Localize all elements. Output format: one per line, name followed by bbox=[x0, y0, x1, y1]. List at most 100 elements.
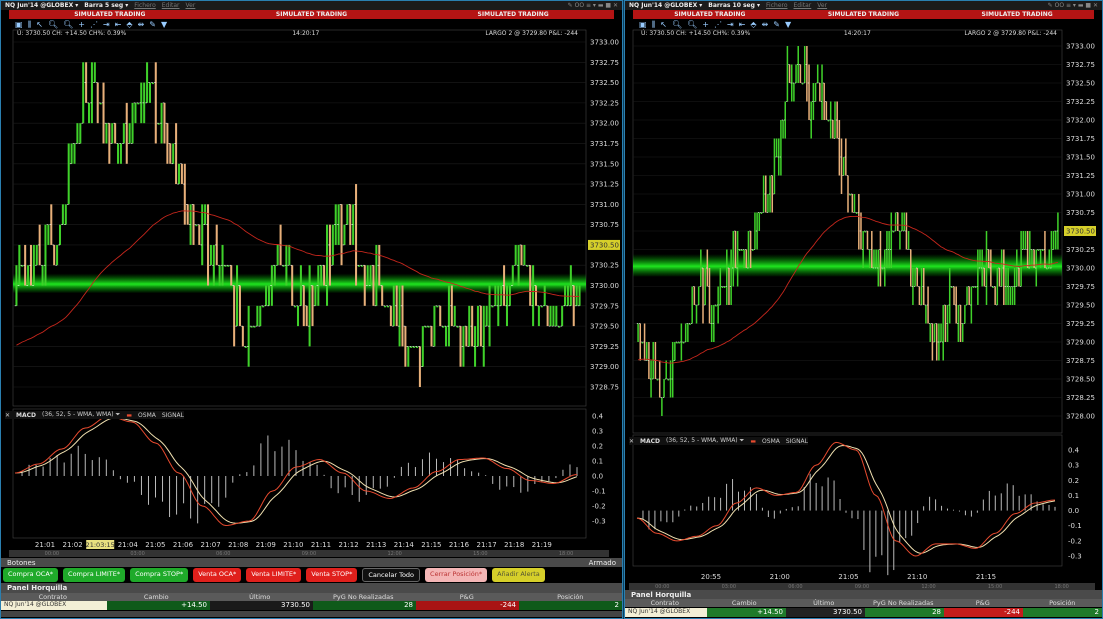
price-bar bbox=[842, 157, 845, 176]
price-bar bbox=[349, 204, 352, 245]
time-tick-label: 21:16 bbox=[449, 541, 470, 549]
price-bar bbox=[148, 82, 151, 103]
scroll-tick: 18:00 bbox=[1054, 583, 1069, 590]
price-bar bbox=[944, 305, 947, 342]
price-bar bbox=[241, 326, 244, 347]
signal-toggle[interactable]: SIGNAL bbox=[162, 412, 184, 419]
price-bar bbox=[799, 64, 802, 83]
price-bar bbox=[684, 323, 687, 342]
price-bar bbox=[931, 323, 934, 361]
price-bar bbox=[983, 268, 986, 287]
close-position-button[interactable]: Cerrar Posición* bbox=[425, 568, 488, 582]
armed-checkbox[interactable]: Armado bbox=[589, 559, 616, 567]
osma-toggle[interactable]: OSMA bbox=[762, 438, 780, 445]
price-bar bbox=[645, 342, 648, 361]
macd-tick-label: 0.4 bbox=[592, 413, 604, 421]
price-bar bbox=[916, 268, 919, 287]
price-bar bbox=[966, 286, 968, 305]
col-ultimo: Último bbox=[813, 599, 835, 607]
sell-limit-button[interactable]: Venta LIMITE* bbox=[246, 568, 302, 582]
time-scrollbar[interactable]: 00:00 03:00 06:00 09:00 12:00 15:00 18:00 bbox=[9, 550, 609, 557]
price-bar bbox=[163, 102, 166, 144]
col-pyg: P&G bbox=[975, 599, 990, 607]
price-bar bbox=[445, 326, 448, 347]
close-icon[interactable]: ✕ bbox=[5, 412, 10, 419]
price-bar bbox=[719, 268, 722, 305]
price-bar bbox=[56, 244, 59, 266]
price-bar bbox=[320, 265, 323, 286]
price-bar bbox=[875, 249, 877, 268]
cell-position: 2 bbox=[1023, 608, 1102, 617]
col-ultimo: Último bbox=[249, 593, 271, 601]
time-tick-label: 20:55 bbox=[701, 573, 721, 581]
sell-stop-button[interactable]: Venta STOP* bbox=[306, 568, 358, 582]
price-bar bbox=[105, 123, 108, 144]
price-bar bbox=[67, 143, 70, 205]
price-bar bbox=[523, 244, 526, 266]
price-bar bbox=[508, 285, 511, 306]
cell-pnl: -244 bbox=[416, 601, 519, 610]
price-bar bbox=[687, 323, 689, 342]
price-bar bbox=[819, 83, 821, 102]
price-bar bbox=[27, 265, 30, 286]
price-bar bbox=[433, 305, 436, 347]
scroll-tick: 12:00 bbox=[387, 550, 402, 557]
order-buttons: Compra OCA* Compra LIMITE* Compra STOP* … bbox=[3, 568, 545, 582]
price-bar bbox=[340, 204, 343, 266]
col-pyg-no-realizadas: PyG No Realizadas bbox=[873, 599, 934, 607]
buy-stop-button[interactable]: Compra STOP* bbox=[130, 568, 189, 582]
table-row[interactable]: NQ Jun'14 @GLOBEX +14.50 3730.50 28 -244… bbox=[1, 601, 622, 610]
time-tick-label: 21:08 bbox=[228, 541, 248, 549]
price-bar bbox=[940, 323, 942, 342]
price-bar bbox=[953, 286, 955, 305]
price-bar bbox=[273, 265, 276, 286]
price-bar bbox=[119, 143, 122, 164]
col-pyg: P&G bbox=[459, 593, 474, 601]
table-row[interactable]: NQ Jun'14 @GLOBEX +14.50 3730.50 28 -244… bbox=[625, 608, 1102, 617]
price-bar bbox=[183, 163, 186, 225]
price-bar bbox=[192, 204, 195, 245]
price-bar bbox=[935, 323, 938, 361]
price-bar bbox=[331, 224, 334, 266]
price-bar bbox=[323, 265, 326, 286]
time-tick-label: 21:00 bbox=[770, 573, 790, 581]
close-icon[interactable]: ✕ bbox=[629, 438, 634, 445]
price-bar bbox=[465, 326, 468, 347]
price-bar bbox=[901, 212, 903, 231]
price-bar bbox=[549, 305, 552, 327]
macd-line-swatch: ▬ bbox=[750, 437, 757, 445]
price-bar bbox=[959, 305, 962, 342]
time-tick-label: 21:05 bbox=[145, 541, 165, 549]
price-and-macd-chart[interactable]: 3733.00 3732.75 3732.50 3732.25 3732.00 3731.… bbox=[625, 1, 1103, 591]
price-bar bbox=[793, 83, 795, 102]
price-bar bbox=[823, 83, 825, 120]
price-bar bbox=[172, 143, 175, 164]
price-bar bbox=[482, 305, 485, 367]
price-bar bbox=[73, 143, 76, 164]
price-and-macd-chart[interactable]: 3733.00 3732.75 3732.50 3732.25 3732.00 3731.… bbox=[1, 1, 624, 561]
price-bar bbox=[543, 285, 546, 306]
buy-limit-button[interactable]: Compra LIMITE* bbox=[63, 568, 126, 582]
price-bar bbox=[555, 305, 558, 327]
price-tick-label: 3730.75 bbox=[590, 221, 619, 229]
osma-toggle[interactable]: OSMA bbox=[138, 412, 156, 419]
price-bar bbox=[476, 305, 479, 347]
time-tick-label: 21:15 bbox=[421, 541, 441, 549]
price-bar bbox=[743, 249, 745, 268]
price-tick-label: 3732.50 bbox=[590, 79, 619, 87]
buy-oca-button[interactable]: Compra OCA* bbox=[3, 568, 59, 582]
signal-toggle[interactable]: SIGNAL bbox=[786, 438, 808, 445]
price-bar bbox=[552, 305, 555, 327]
cancel-all-button[interactable]: Cancelar Todo bbox=[362, 568, 421, 582]
time-tick-label: 21:10 bbox=[283, 541, 303, 549]
price-bar bbox=[198, 224, 201, 245]
add-alert-button[interactable]: Añadir Alerta bbox=[492, 568, 545, 582]
sell-oca-button[interactable]: Venta OCA* bbox=[193, 568, 242, 582]
time-tick-label: 21:04 bbox=[118, 541, 139, 549]
price-bar bbox=[453, 305, 456, 327]
time-scrollbar[interactable]: 00:00 03:00 06:00 09:00 12:00 15:00 18:00 bbox=[629, 583, 1095, 590]
price-bar bbox=[326, 224, 329, 306]
macd-tick-label: -0.1 bbox=[592, 488, 606, 496]
price-bar bbox=[903, 212, 906, 231]
price-bar bbox=[910, 249, 912, 287]
